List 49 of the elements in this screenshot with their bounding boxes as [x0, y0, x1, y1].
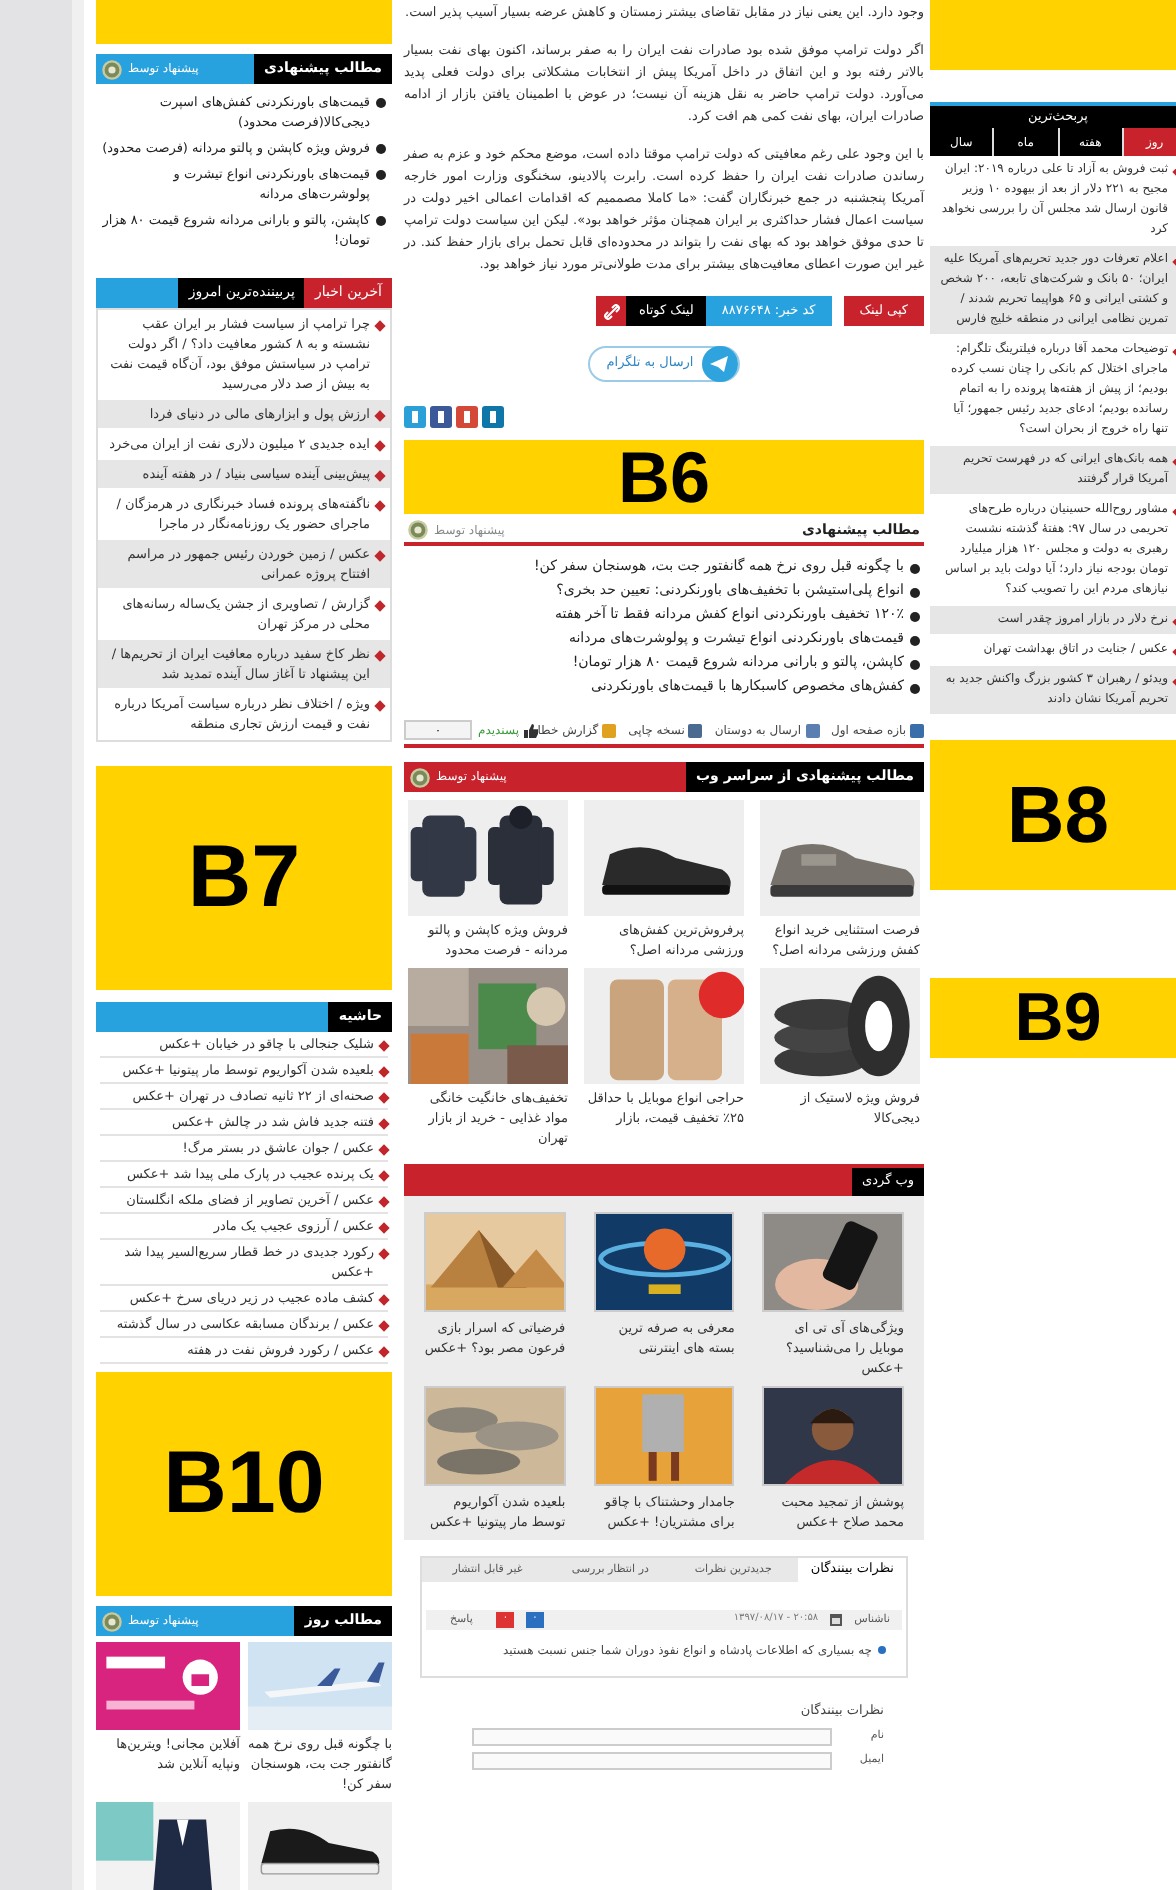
bullet-icon — [910, 636, 920, 646]
bullet-icon — [374, 600, 386, 612]
bullet-icon — [878, 1646, 886, 1654]
bullet-icon — [378, 1092, 390, 1104]
paper-plane-icon — [701, 346, 738, 382]
bullet-icon — [378, 1346, 390, 1358]
input-field[interactable] — [472, 1751, 832, 1770]
header-bar — [96, 278, 179, 308]
recommender-logo-icon — [102, 59, 122, 79]
bullet-icon — [378, 1144, 390, 1156]
bullet-icon — [374, 470, 386, 482]
bullet-icon — [376, 216, 386, 226]
ad-label: B7 — [187, 834, 301, 922]
ad-label: B10 — [163, 1440, 325, 1528]
ad-label: B8 — [1006, 775, 1110, 855]
bullet-icon — [910, 564, 920, 574]
calendar-icon — [830, 1614, 843, 1626]
recommender-logo-icon — [102, 1611, 122, 1631]
thumbs-up-icon — [523, 723, 538, 737]
bullet-icon — [374, 410, 386, 422]
bullet-icon — [374, 500, 386, 512]
link-button[interactable] — [596, 296, 627, 326]
bullet-icon — [910, 588, 920, 598]
bullet-icon — [378, 1196, 390, 1208]
bullet-icon — [378, 1294, 390, 1306]
input-field[interactable] — [472, 1727, 832, 1746]
bullet-icon — [374, 550, 386, 562]
link-icon — [603, 303, 620, 319]
bullet-icon — [374, 440, 386, 452]
bullet-icon — [378, 1040, 390, 1052]
bullet-icon — [378, 1248, 390, 1260]
recommender-logo-icon — [410, 767, 430, 787]
bullet-icon — [374, 700, 386, 712]
bullet-icon — [374, 320, 386, 332]
ad-label: B6 — [617, 441, 711, 513]
bullet-icon — [910, 660, 920, 670]
bullet-icon — [378, 1066, 390, 1078]
bullet-icon — [374, 650, 386, 662]
ad-label: B9 — [1014, 984, 1102, 1052]
bullet-icon — [910, 684, 920, 694]
bullet-icon — [378, 1222, 390, 1234]
bullet-icon — [378, 1170, 390, 1182]
bullet-icon — [378, 1118, 390, 1130]
bullet-icon — [910, 612, 920, 622]
bullet-icon — [376, 170, 386, 180]
bullet-icon — [378, 1320, 390, 1332]
bullet-icon — [376, 144, 386, 154]
recommender-logo-icon — [408, 520, 428, 540]
bullet-icon — [376, 98, 386, 108]
